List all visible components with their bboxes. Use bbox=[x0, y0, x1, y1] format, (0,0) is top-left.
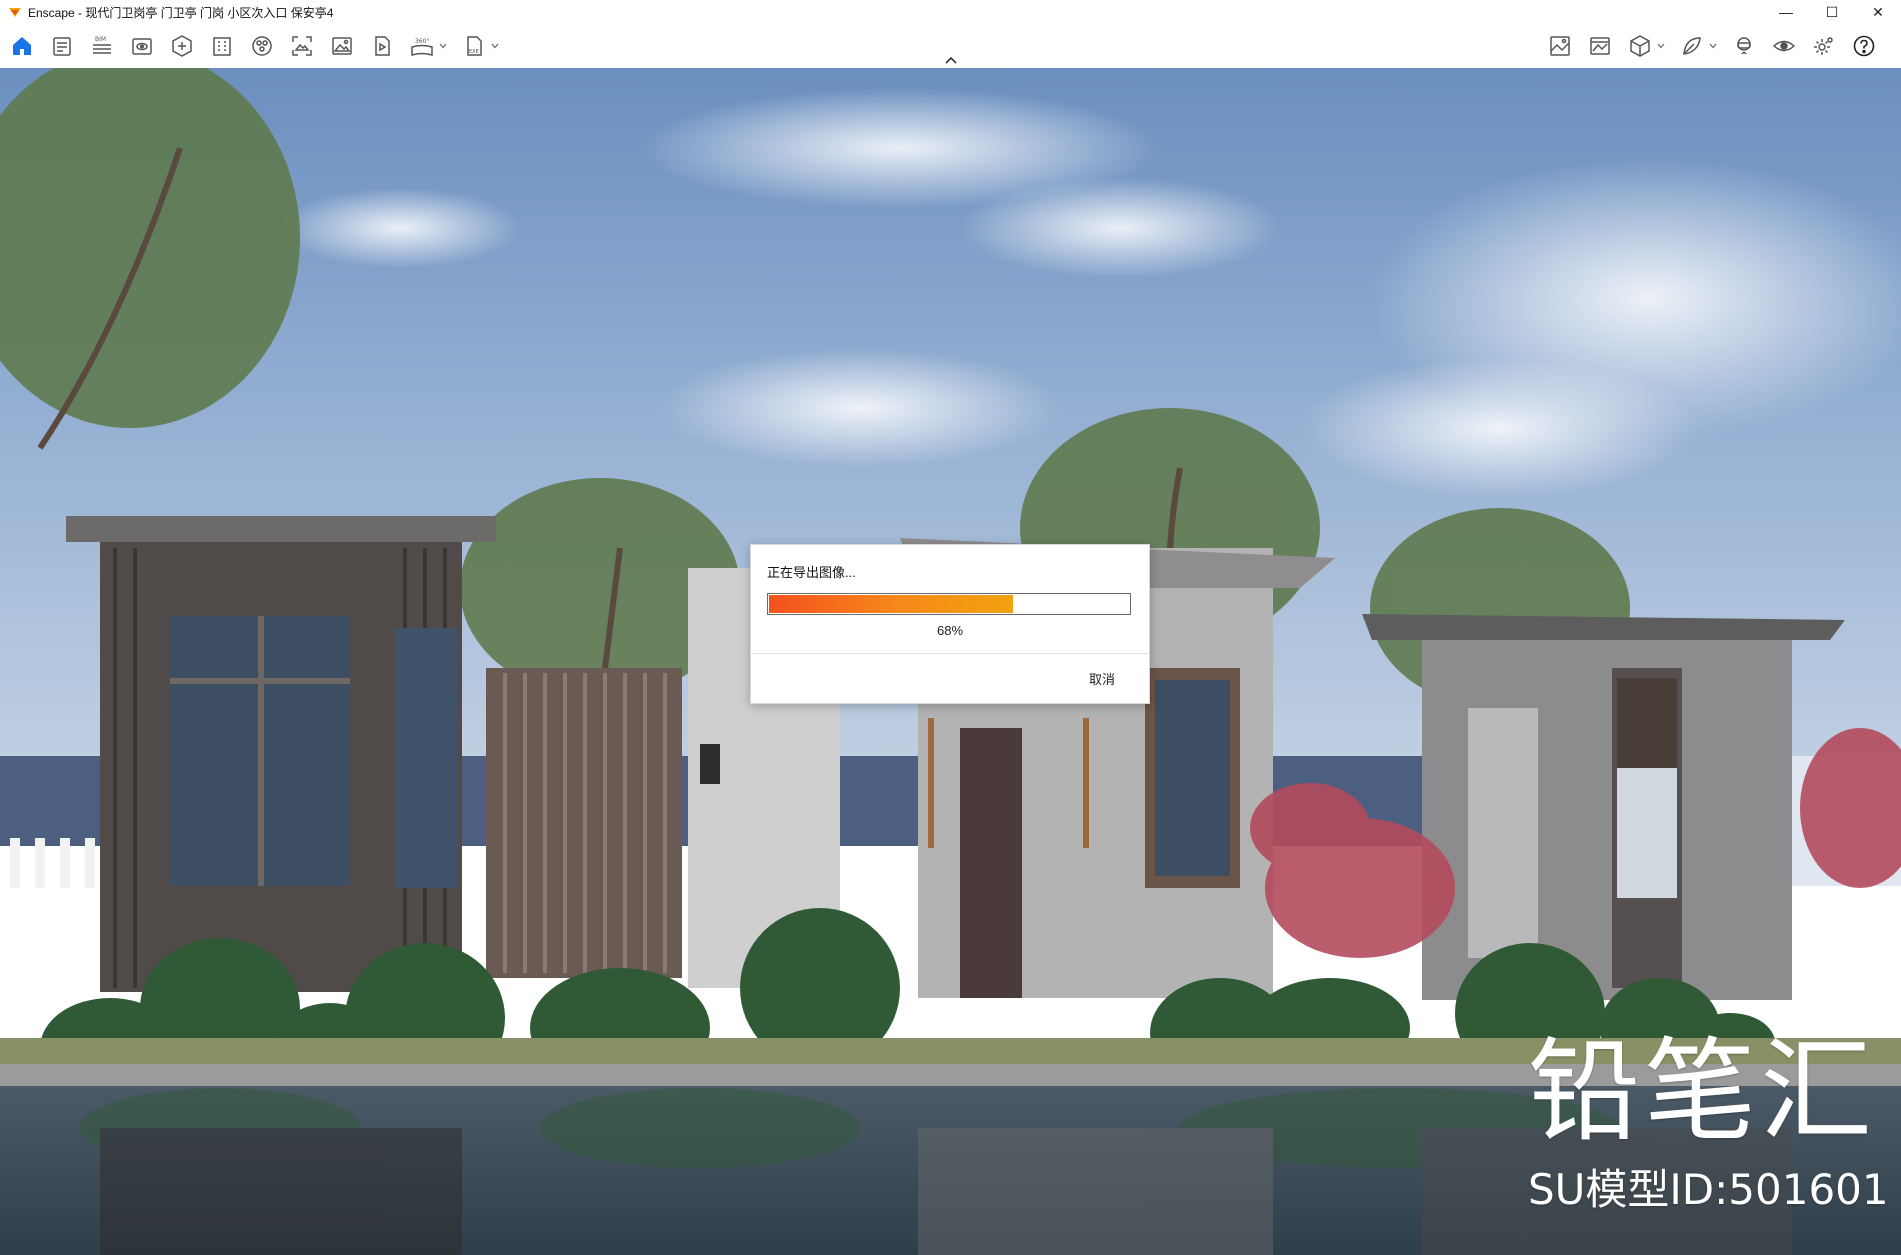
asset-library-icon bbox=[172, 35, 192, 57]
enscape-logo-icon bbox=[9, 8, 21, 17]
title-bar: Enscape - 现代门卫岗亭 门卫亭 门岗 小区次入口 保安亭4 — ☐ ✕ bbox=[0, 0, 1901, 24]
settings-sheet-icon bbox=[53, 37, 71, 56]
maximize-button[interactable]: ☐ bbox=[1809, 0, 1855, 24]
eye-icon bbox=[1772, 40, 1796, 52]
gear-icon bbox=[1814, 37, 1833, 55]
batch-render-button[interactable] bbox=[366, 30, 398, 62]
chevron-down-icon bbox=[1657, 43, 1665, 49]
feather-dropdown-button[interactable] bbox=[1708, 30, 1718, 62]
image-button[interactable] bbox=[326, 30, 358, 62]
export-progress-bar bbox=[767, 593, 1131, 615]
cube-view-button[interactable] bbox=[1624, 30, 1656, 62]
toolbar: BIM 360° EXE bbox=[0, 24, 1901, 69]
view-button[interactable] bbox=[126, 30, 158, 62]
vr-headset-icon bbox=[1737, 37, 1751, 55]
cancel-button[interactable]: 取消 bbox=[1089, 669, 1115, 688]
chevron-down-icon bbox=[439, 43, 447, 49]
cube-view-dropdown-button[interactable] bbox=[1656, 30, 1666, 62]
bim-icon: BIM bbox=[93, 36, 111, 54]
asset-library-button[interactable] bbox=[166, 30, 198, 62]
feather-icon bbox=[1683, 37, 1701, 55]
minimize-button[interactable]: — bbox=[1763, 0, 1809, 24]
settings-button[interactable] bbox=[1808, 30, 1840, 62]
feather-button[interactable] bbox=[1676, 30, 1708, 62]
home-button[interactable] bbox=[6, 30, 38, 62]
cube-view-icon bbox=[1630, 35, 1650, 57]
building-icon bbox=[213, 37, 231, 56]
enscape-window: Enscape - 现代门卫岗亭 门卫亭 门岗 小区次入口 保安亭4 — ☐ ✕… bbox=[0, 0, 1901, 1255]
panorama-button[interactable]: 360° bbox=[406, 30, 438, 62]
help-icon bbox=[1853, 35, 1875, 57]
help-button[interactable] bbox=[1848, 30, 1880, 62]
dialog-divider bbox=[751, 653, 1149, 654]
exe-export-icon: EXE bbox=[467, 36, 482, 56]
building-button[interactable] bbox=[206, 30, 238, 62]
export-progress-dialog: 正在导出图像... 68% 取消 bbox=[750, 544, 1150, 704]
live-view-button[interactable] bbox=[1768, 30, 1800, 62]
model-id-watermark: SU模型ID:501601 bbox=[1528, 1165, 1889, 1214]
chevron-down-icon bbox=[491, 43, 499, 49]
progress-fill bbox=[769, 595, 1014, 613]
exe-dropdown-button[interactable] bbox=[490, 30, 500, 62]
collapse-toolbar-chevron-icon[interactable] bbox=[942, 54, 960, 66]
dialog-title: 正在导出图像... bbox=[767, 565, 856, 580]
panorama-icon: 360° bbox=[411, 38, 433, 57]
image-settings-button[interactable] bbox=[1584, 30, 1616, 62]
panorama-dropdown-button[interactable] bbox=[438, 30, 448, 62]
vr-headset-button[interactable] bbox=[1728, 30, 1760, 62]
map-button[interactable] bbox=[1544, 30, 1576, 62]
window-title: Enscape - 现代门卫岗亭 门卫亭 门岗 小区次入口 保安亭4 bbox=[28, 5, 334, 20]
toolbar-right-group bbox=[1544, 24, 1888, 68]
chevron-down-icon bbox=[1709, 43, 1717, 49]
window-controls: — ☐ ✕ bbox=[1763, 0, 1901, 24]
materials-button[interactable] bbox=[246, 30, 278, 62]
home-icon bbox=[13, 37, 31, 55]
settings-sheet-button[interactable] bbox=[46, 30, 78, 62]
capture-button[interactable] bbox=[286, 30, 318, 62]
image-icon bbox=[332, 37, 352, 55]
bim-button[interactable]: BIM bbox=[86, 30, 118, 62]
view-icon bbox=[132, 38, 152, 55]
map-icon bbox=[1550, 36, 1570, 56]
svg-text:360°: 360° bbox=[415, 38, 429, 45]
materials-icon bbox=[252, 36, 272, 56]
batch-render-icon bbox=[375, 36, 390, 56]
capture-icon bbox=[292, 36, 312, 56]
render-viewport[interactable]: 铅笔汇 SU模型ID:501601 正在导出图像... 68% 取消 bbox=[0, 68, 1901, 1255]
close-button[interactable]: ✕ bbox=[1855, 0, 1901, 24]
exe-export-button[interactable]: EXE bbox=[458, 30, 490, 62]
progress-percent: 68% bbox=[936, 623, 964, 638]
toolbar-left-group: BIM 360° EXE bbox=[6, 24, 510, 68]
image-settings-icon bbox=[1590, 37, 1610, 55]
svg-text:EXE: EXE bbox=[469, 49, 479, 55]
brand-watermark: 铅笔汇 bbox=[1528, 1027, 1876, 1157]
svg-text:BIM: BIM bbox=[95, 36, 106, 43]
